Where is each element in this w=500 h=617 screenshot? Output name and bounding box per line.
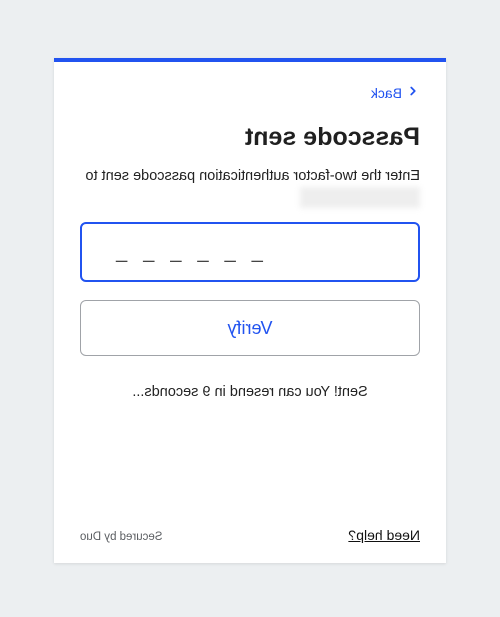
secured-by-label: Secured by Duo [80, 531, 162, 543]
back-label: Back [371, 85, 402, 101]
need-help-link[interactable]: Need help? [348, 527, 420, 543]
instruction-prefix: Enter the two-factor authentication pass… [85, 168, 420, 184]
auth-card: Back Passcode sent Enter the two-factor … [54, 58, 446, 563]
back-button[interactable]: Back [371, 84, 420, 101]
instruction-text: Enter the two-factor authentication pass… [80, 166, 420, 208]
card-footer: Need help? Secured by Duo [80, 527, 420, 543]
verify-button[interactable]: Verify [80, 300, 420, 356]
page-title: Passcode sent [80, 123, 420, 152]
passcode-input[interactable] [80, 222, 420, 282]
destination-redacted: XXXXXXXXXXXX [300, 187, 420, 208]
status-text: Sent! You can resend in 9 seconds... [80, 384, 420, 400]
chevron-left-icon [406, 84, 420, 101]
